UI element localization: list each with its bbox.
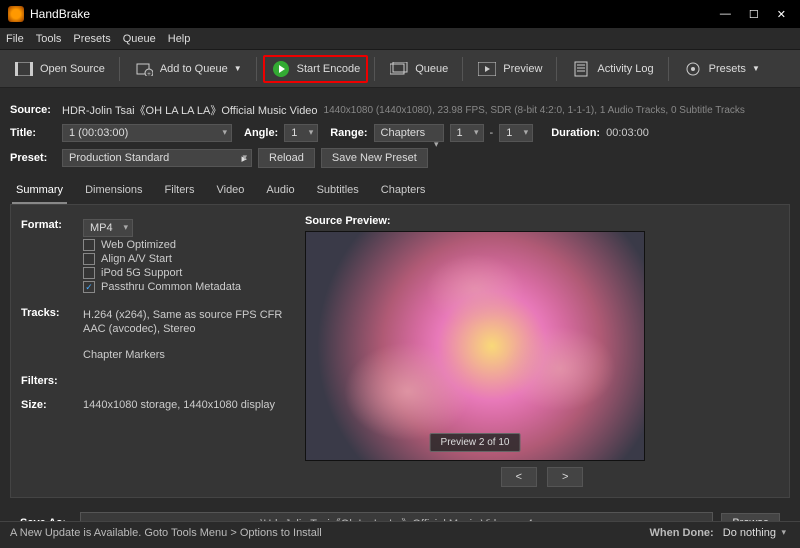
queue-label: Queue — [415, 63, 448, 75]
preview-image: Preview 2 of 10 — [305, 231, 645, 461]
add-to-queue-label: Add to Queue — [160, 63, 228, 75]
menu-tools[interactable]: Tools — [36, 33, 62, 45]
when-done-label: When Done: — [650, 527, 714, 539]
tab-video[interactable]: Video — [212, 178, 248, 204]
start-encode-label: Start Encode — [297, 63, 361, 75]
presets-label: Presets — [709, 63, 746, 75]
app-logo-icon — [8, 6, 24, 22]
source-info: 1440x1080 (1440x1080), 23.98 FPS, SDR (8… — [324, 105, 745, 116]
log-icon — [571, 59, 591, 79]
open-source-label: Open Source — [40, 63, 105, 75]
web-optimized-label: Web Optimized — [101, 239, 176, 251]
title-label: Title: — [10, 127, 56, 139]
add-queue-icon: + — [134, 59, 154, 79]
tab-chapters[interactable]: Chapters — [377, 178, 430, 204]
minimize-button[interactable]: — — [720, 8, 731, 21]
add-to-queue-button[interactable]: + Add to Queue ▼ — [126, 55, 250, 83]
range-type-select[interactable]: Chapters — [374, 124, 444, 142]
duration-value: 00:03:00 — [606, 127, 649, 139]
svg-text:+: + — [147, 72, 151, 76]
update-message: A New Update is Available. Goto Tools Me… — [10, 527, 322, 539]
film-icon — [14, 59, 34, 79]
angle-select[interactable]: 1 — [284, 124, 318, 142]
passthru-label: Passthru Common Metadata — [101, 281, 241, 293]
open-source-button[interactable]: Open Source — [6, 55, 113, 83]
preview-label: Preview — [503, 63, 542, 75]
preset-select[interactable]: Production Standard▸ — [62, 149, 252, 167]
toolbar: Open Source + Add to Queue ▼ Start Encod… — [0, 50, 800, 88]
menu-help[interactable]: Help — [168, 33, 191, 45]
source-preview-label: Source Preview: — [305, 215, 779, 227]
track-audio: AAC (avcodec), Stereo — [83, 323, 282, 335]
reload-button[interactable]: Reload — [258, 148, 315, 168]
presets-icon — [683, 59, 703, 79]
align-av-label: Align A/V Start — [101, 253, 172, 265]
web-optimized-checkbox[interactable] — [83, 239, 95, 251]
play-icon — [271, 59, 291, 79]
duration-label: Duration: — [551, 127, 600, 139]
tab-filters[interactable]: Filters — [161, 178, 199, 204]
preview-button[interactable]: Preview — [469, 55, 550, 83]
queue-icon — [389, 59, 409, 79]
when-done-select[interactable]: Do nothing — [717, 525, 790, 541]
queue-button[interactable]: Queue — [381, 55, 456, 83]
track-chapters: Chapter Markers — [83, 349, 282, 361]
menu-presets[interactable]: Presets — [73, 33, 110, 45]
tracks-label: Tracks: — [21, 307, 73, 319]
title-select[interactable]: 1 (00:03:00) — [62, 124, 232, 142]
format-label: Format: — [21, 219, 73, 231]
maximize-button[interactable]: ☐ — [749, 8, 759, 21]
source-name: HDR-Jolin Tsai《OH LA LA LA》Official Musi… — [62, 102, 318, 118]
size-value: 1440x1080 storage, 1440x1080 display — [83, 399, 275, 411]
chevron-down-icon: ▼ — [234, 64, 242, 73]
filters-label: Filters: — [21, 375, 73, 387]
format-select[interactable]: MP4 — [83, 219, 133, 237]
preview-prev-button[interactable]: < — [501, 467, 537, 487]
source-label: Source: — [10, 104, 56, 116]
range-dash: - — [490, 127, 494, 139]
menu-bar: File Tools Presets Queue Help — [0, 28, 800, 50]
range-to-select[interactable]: 1 — [499, 124, 533, 142]
chevron-down-icon: ▼ — [752, 64, 760, 73]
angle-label: Angle: — [244, 127, 278, 139]
size-label: Size: — [21, 399, 73, 411]
align-av-checkbox[interactable] — [83, 253, 95, 265]
ipod-label: iPod 5G Support — [101, 267, 182, 279]
activity-log-label: Activity Log — [597, 63, 653, 75]
title-bar: HandBrake — ☐ ✕ — [0, 0, 800, 28]
tab-bar: Summary Dimensions Filters Video Audio S… — [10, 178, 790, 205]
tab-audio[interactable]: Audio — [262, 178, 298, 204]
ipod-checkbox[interactable] — [83, 267, 95, 279]
preview-next-button[interactable]: > — [547, 467, 583, 487]
tab-dimensions[interactable]: Dimensions — [81, 178, 146, 204]
tab-subtitles[interactable]: Subtitles — [313, 178, 363, 204]
preview-icon — [477, 59, 497, 79]
start-encode-button[interactable]: Start Encode — [263, 55, 369, 83]
range-label: Range: — [330, 127, 367, 139]
menu-file[interactable]: File — [6, 33, 24, 45]
preview-counter: Preview 2 of 10 — [430, 433, 521, 452]
menu-queue[interactable]: Queue — [123, 33, 156, 45]
window-title: HandBrake — [30, 7, 720, 21]
preset-label: Preset: — [10, 152, 56, 164]
presets-button[interactable]: Presets ▼ — [675, 55, 768, 83]
status-bar: A New Update is Available. Goto Tools Me… — [0, 521, 800, 544]
tab-summary[interactable]: Summary — [12, 178, 67, 204]
save-preset-button[interactable]: Save New Preset — [321, 148, 428, 168]
activity-log-button[interactable]: Activity Log — [563, 55, 661, 83]
close-button[interactable]: ✕ — [777, 8, 786, 21]
passthru-checkbox[interactable]: ✓ — [83, 281, 95, 293]
range-from-select[interactable]: 1 — [450, 124, 484, 142]
track-video: H.264 (x264), Same as source FPS CFR — [83, 309, 282, 321]
